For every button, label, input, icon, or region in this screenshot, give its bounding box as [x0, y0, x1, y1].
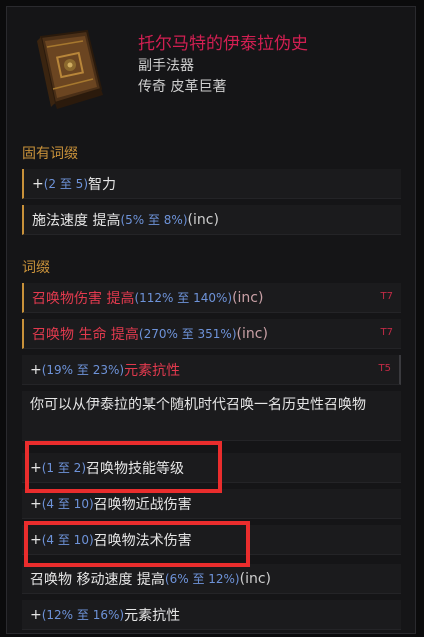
affix-row-minion-melee-damage: + (4 至 10) 召唤物近战伤害	[22, 489, 401, 519]
affix-prefix: 召唤物 移动速度 提高	[30, 571, 165, 588]
affix-text: 召唤物近战伤害	[93, 496, 192, 513]
item-name: 托尔马特的伊泰拉伪史	[138, 34, 308, 54]
affix-range: (112% 至 140%)	[134, 291, 233, 305]
implicit-section-title: 固有词缀	[22, 146, 78, 162]
implicit-row-cast-speed: 施法速度 提高 (5% 至 8%) (inc)	[22, 205, 401, 235]
affix-inc: (inc)	[239, 570, 271, 587]
affix-text: 智力	[88, 176, 116, 193]
affix-prefix: +	[30, 606, 42, 623]
tier-badge: T7	[380, 327, 393, 338]
affix-range: (5% 至 8%)	[120, 213, 188, 227]
book-icon	[37, 29, 103, 109]
tier-badge: T7	[380, 291, 393, 302]
affix-row-elemental-resist-2: + (12% 至 16%) 元素抗性	[22, 600, 401, 630]
affix-text: 元素抗性	[124, 362, 181, 379]
affix-range: (2 至 5)	[43, 177, 88, 191]
affix-prefix: +	[30, 495, 42, 512]
implicit-row-intelligence: + (2 至 5) 智力	[22, 169, 401, 199]
affix-range: (19% 至 23%)	[41, 363, 125, 377]
affix-range: (270% 至 351%)	[138, 327, 237, 341]
affix-inc: (inc)	[232, 289, 264, 306]
affix-section-title: 词缀	[22, 260, 50, 276]
highlight-box-skill-level	[25, 441, 222, 493]
item-type: 副手法器	[138, 58, 194, 74]
affix-prefix: 施法速度 提高	[32, 212, 121, 229]
affix-row-minion-life: 召唤物 生命 提高 (270% 至 351%) (inc) T7	[22, 319, 401, 349]
affix-prefix: +	[30, 361, 42, 378]
affix-inc: (inc)	[236, 325, 268, 342]
affix-range: (12% 至 16%)	[41, 608, 125, 622]
item-header: 托尔马特的伊泰拉伪史 副手法器 传奇 皮革巨著	[7, 7, 417, 117]
affix-prefix: +	[32, 175, 44, 192]
highlight-box-spell-damage	[24, 521, 250, 567]
affix-range: (6% 至 12%)	[164, 572, 240, 586]
affix-row-historic-minion: 你可以从伊泰拉的某个随机时代召唤一名历史性召唤物	[22, 391, 401, 441]
affix-row-minion-move-speed: 召唤物 移动速度 提高 (6% 至 12%) (inc)	[22, 564, 401, 594]
affix-text: 你可以从伊泰拉的某个随机时代召唤一名历史性召唤物	[30, 397, 366, 413]
affix-row-elemental-resist: + (19% 至 23%) 元素抗性 T5	[22, 355, 401, 385]
affix-prefix: 召唤物 生命 提高	[32, 326, 139, 343]
affix-range: (4 至 10)	[41, 497, 94, 511]
affix-text: 元素抗性	[124, 607, 181, 624]
affix-row-minion-damage: 召唤物伤害 提高 (112% 至 140%) (inc) T7	[22, 283, 401, 313]
affix-prefix: 召唤物伤害 提高	[32, 290, 135, 307]
affix-inc: (inc)	[187, 211, 219, 228]
tier-badge: T5	[378, 363, 391, 374]
item-rarity: 传奇 皮革巨著	[138, 79, 227, 95]
